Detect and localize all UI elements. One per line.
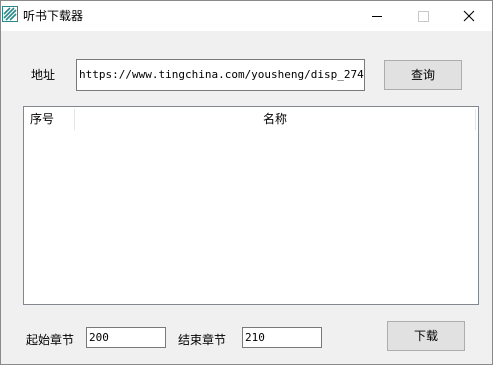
column-header-index[interactable]: 序号 (24, 107, 74, 132)
url-input[interactable]: https://www.tingchina.com/yousheng/disp_… (76, 59, 365, 91)
app-window: 听书下载器 地址 https://www.tingchina.com/yoush… (0, 0, 493, 365)
title-bar[interactable]: 听书下载器 (1, 1, 492, 31)
minimize-icon (372, 16, 382, 17)
chapter-list[interactable]: 序号 名称 (23, 106, 479, 305)
window-title: 听书下载器 (23, 9, 84, 23)
maximize-icon (418, 11, 429, 22)
end-chapter-label: 结束章节 (178, 333, 227, 347)
list-header: 序号 名称 (24, 107, 478, 132)
download-button[interactable]: 下载 (387, 321, 465, 351)
close-button[interactable] (446, 1, 492, 31)
column-divider[interactable] (475, 109, 476, 130)
minimize-button[interactable] (354, 1, 400, 31)
start-chapter-input[interactable]: 200 (86, 327, 166, 348)
app-stripes-icon (2, 6, 18, 22)
start-chapter-label: 起始章节 (26, 333, 75, 347)
address-label: 地址 (31, 68, 56, 82)
query-button[interactable]: 查询 (384, 60, 462, 90)
column-header-name[interactable]: 名称 (75, 107, 475, 132)
end-chapter-input[interactable]: 210 (242, 327, 322, 348)
close-icon (463, 10, 475, 22)
maximize-button[interactable] (400, 1, 446, 31)
